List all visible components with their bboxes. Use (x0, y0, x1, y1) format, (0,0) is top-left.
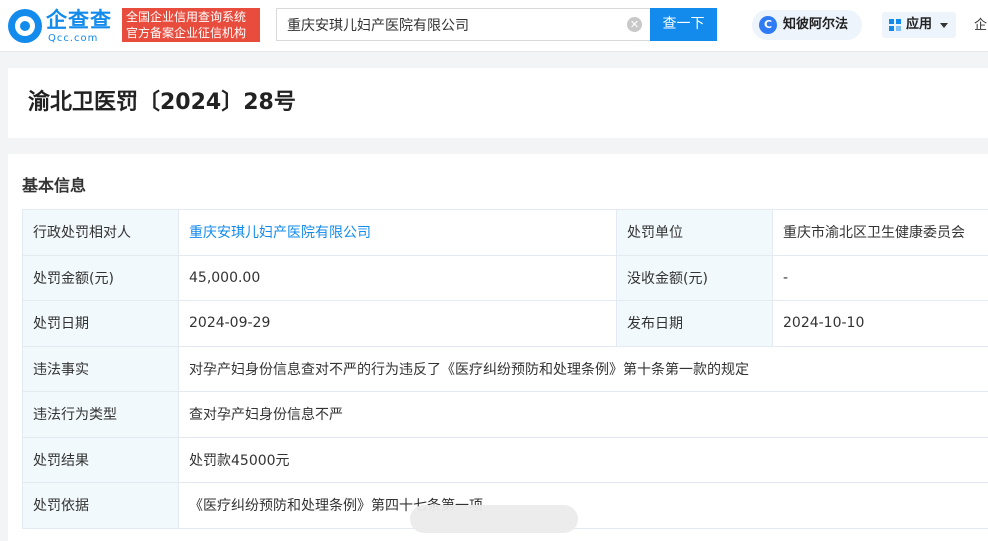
logo-domain: Qcc.com (48, 33, 99, 44)
penalty-date-label: 处罚日期 (22, 300, 179, 347)
page-title: 渝北卫医罚〔2024〕28号 (28, 90, 296, 115)
caret-down-icon (940, 23, 948, 28)
table-row: 违法事实 对孕产妇身份信息查对不严的行为违反了《医疗纠纷预防和处理条例》第十条第… (22, 345, 988, 392)
clear-search-icon[interactable]: ✕ (627, 17, 642, 32)
penalty-basis-label: 处罚依据 (22, 482, 179, 529)
search-button[interactable]: 查一下 (650, 8, 717, 41)
title-card: 渝北卫医罚〔2024〕28号 (8, 68, 988, 138)
violation-facts-label: 违法事实 (22, 345, 179, 392)
tagline-line-1: 全国企业信用查询系统 (126, 10, 247, 24)
top-header: 企查查 Qcc.com 全国企业信用查询系统 官方备案企业征信机构 ✕ 查一下 … (0, 0, 988, 52)
search-input[interactable] (276, 8, 650, 41)
penalty-amount-value: 45,000.00 (178, 254, 617, 301)
qcc-logo-icon (8, 9, 42, 43)
logo-text: 企查查 (46, 8, 112, 32)
penalty-amount-label: 处罚金额(元) (22, 254, 179, 301)
table-row: 处罚日期 2024-09-29 发布日期 2024-10-10 (22, 300, 988, 347)
penalty-result-value: 处罚款45000元 (178, 436, 988, 483)
qcc-logo[interactable]: 企查查 Qcc.com (8, 8, 120, 44)
tagline-line-2: 官方备案企业征信机构 (126, 26, 247, 40)
publish-date-value: 2024-10-10 (772, 300, 988, 347)
official-tagline: 全国企业信用查询系统 官方备案企业征信机构 (122, 8, 260, 42)
zhibi-label: 知彼阿尔法 (783, 17, 849, 32)
violation-type-label: 违法行为类型 (22, 391, 179, 438)
apps-menu-button[interactable]: 应用 (882, 12, 956, 38)
penalty-result-label: 处罚结果 (22, 436, 179, 483)
basic-info-card: 基本信息 行政处罚相对人 重庆安琪儿妇产医院有限公司 处罚单位 重庆市渝北区卫生… (8, 154, 988, 541)
basic-info-table: 行政处罚相对人 重庆安琪儿妇产医院有限公司 处罚单位 重庆市渝北区卫生健康委员会… (22, 209, 988, 529)
zhibi-alpha-button[interactable]: C 知彼阿尔法 (752, 10, 862, 40)
penalty-date-value: 2024-09-29 (178, 300, 617, 347)
grid-icon (889, 19, 902, 32)
apps-label: 应用 (906, 17, 933, 32)
confiscated-amount-label: 没收金额(元) (616, 254, 773, 301)
table-row: 处罚金额(元) 45,000.00 没收金额(元) - (22, 254, 988, 301)
table-row: 违法行为类型 查对孕产妇身份信息不严 (22, 391, 988, 438)
penalty-basis-value: 《医疗纠纷预防和处理条例》第四十七条第一项 (178, 482, 988, 529)
confiscated-amount-value: - (772, 254, 988, 301)
penalized-party-label: 行政处罚相对人 (22, 209, 179, 256)
penalty-authority-value: 重庆市渝北区卫生健康委员会 (772, 209, 988, 256)
penalty-authority-label: 处罚单位 (616, 209, 773, 256)
zhibi-logo-icon: C (759, 16, 777, 34)
table-row: 处罚结果 处罚款45000元 (22, 436, 988, 483)
penalized-party-value: 重庆安琪儿妇产医院有限公司 (178, 209, 617, 256)
violation-facts-value: 对孕产妇身份信息查对不严的行为违反了《医疗纠纷预防和处理条例》第十条第一款的规定 (178, 345, 988, 392)
header-truncated-link[interactable]: 企 (974, 0, 988, 52)
watermark-overlay (410, 505, 578, 533)
penalized-party-link[interactable]: 重庆安琪儿妇产医院有限公司 (189, 225, 371, 241)
section-title: 基本信息 (22, 176, 87, 195)
table-row: 行政处罚相对人 重庆安琪儿妇产医院有限公司 处罚单位 重庆市渝北区卫生健康委员会 (22, 209, 988, 256)
publish-date-label: 发布日期 (616, 300, 773, 347)
violation-type-value: 查对孕产妇身份信息不严 (178, 391, 988, 438)
